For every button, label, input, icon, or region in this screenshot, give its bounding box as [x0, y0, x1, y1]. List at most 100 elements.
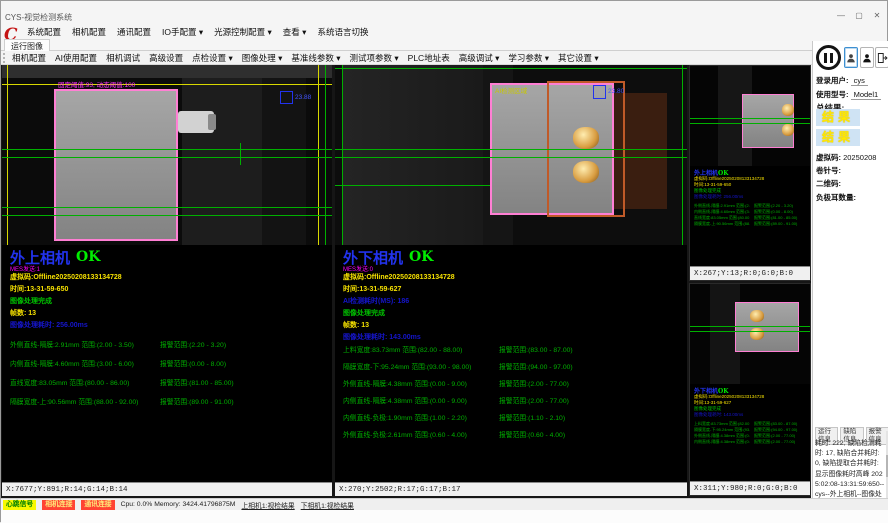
result-box-upper: 结果 — [816, 109, 860, 126]
tab-foil-highlight — [573, 127, 599, 149]
pause-icon — [824, 53, 827, 63]
overlay-result-ok: OK — [76, 249, 100, 265]
measurement-value: 上料宽度:83.73mm 范围:(82.00 - 88.00) — [343, 344, 462, 354]
mini-elapsed: 图像处理耗时: 143.00ms — [694, 412, 774, 418]
measurement-value: 内侧直线-隔膜:4.38mm 范围:(0.00 - 9.00) — [343, 395, 467, 405]
tool-camera-config[interactable]: 相机配置 — [12, 52, 46, 64]
guide-line-vertical — [7, 65, 8, 245]
measure-value-label: 23.88 — [295, 94, 311, 101]
measurement-alarm: 报警范围:(0.00 - 8.00) — [160, 358, 226, 368]
measurement-value: 隔膜宽度-上:90.56mm 范围:(88.00 - 92.00) — [10, 396, 138, 406]
camera-image-lower: AI检测区域 23.80 — [335, 65, 687, 245]
mini-measurement: 报警范围:(89.00 - 91.00) — [754, 221, 808, 227]
baseline-vertical — [342, 65, 343, 245]
measurement-alarm: 报警范围:(94.00 - 97.00) — [499, 361, 573, 371]
titlebar: CYS-视觉检测系统 — ▢ ✕ — [1, 1, 887, 23]
overlay-barcode: 虚拟码:Offline20250208133134728 — [343, 272, 455, 282]
user-switch-button[interactable] — [860, 47, 874, 68]
menu-item-io-config[interactable]: IO手配置 ▾ — [162, 26, 203, 38]
tool-image-process[interactable]: 图像处理 ▾ — [242, 52, 283, 64]
tool-plc-table[interactable]: PLC地址表 — [408, 52, 450, 64]
tool-test-params[interactable]: 测试项参数 ▾ — [350, 52, 399, 64]
tool-advanced-settings[interactable]: 高级设置 — [149, 52, 183, 64]
menu-item-system-config[interactable]: 系统配置 — [27, 26, 61, 38]
connector-tip — [208, 114, 216, 130]
measurement-alarm: 报警范围:(83.00 - 87.00) — [499, 344, 573, 354]
tab-run-image[interactable]: 运行图像 — [4, 39, 50, 51]
tool-ai-use-config[interactable]: AI使用配置 — [55, 52, 97, 64]
tab-foil-highlight — [782, 124, 794, 136]
measurement-alarm: 报警范围:(1.10 - 2.10) — [499, 412, 565, 422]
maximize-button[interactable]: ▢ — [853, 11, 865, 20]
mini-elapsed: 图像处理耗时: 256.00ms — [694, 194, 774, 200]
threshold-label: 固定阈值:93, 动态阈值:100 — [58, 79, 135, 89]
menu-item-view[interactable]: 查看 ▾ — [283, 26, 307, 38]
baseline-horizontal — [2, 149, 332, 150]
mini-measurement: 报警范围:(2.00 - 77.00) — [754, 439, 808, 445]
measurement-value: 内侧直线-隔膜:4.60mm 范围:(3.00 - 6.00) — [10, 358, 134, 368]
menu-item-comm-config[interactable]: 通讯配置 — [117, 26, 151, 38]
measurement-alarm: 报警范围:(2.20 - 3.20) — [160, 339, 226, 349]
neg-tab-count-label: 负极耳数量: — [816, 192, 856, 203]
logout-button[interactable] — [875, 47, 888, 68]
login-user-row: 登录用户: cys — [816, 75, 868, 86]
toolbar-grip[interactable] — [3, 53, 8, 63]
cell-region-outline — [54, 89, 178, 241]
overlay-result-ok: OK — [409, 249, 433, 265]
overlay-elapsed: 图像处理耗时: 256.00ms — [10, 320, 88, 330]
pause-button[interactable] — [816, 45, 841, 70]
baseline-horizontal — [2, 207, 332, 208]
baseline-vertical — [325, 65, 326, 245]
thumbnail-view-upper[interactable]: 外上相机OK 虚拟码:Offline20250208133134728 时间:1… — [689, 65, 811, 281]
machine-top-rail — [2, 65, 332, 78]
menu-item-light-config[interactable]: 光源控制配置 ▾ — [214, 26, 272, 38]
baseline-vertical — [240, 143, 241, 165]
baseline-vertical — [682, 65, 683, 245]
tool-advanced-debug[interactable]: 高级调试 ▾ — [459, 52, 500, 64]
main-area: 固定阈值:93, 动态阈值:100 23.88 外上相机 OK MES发送:1 … — [1, 65, 811, 498]
overlay-ai-elapsed: AI检测耗时(MS): 186 — [343, 296, 409, 306]
baseline-horizontal — [2, 157, 332, 158]
pin-number-label: 卷针号: — [816, 165, 841, 176]
measurement-value: 外侧直线-负极:2.61mm 范围:(0.60 - 4.00) — [343, 429, 467, 439]
minimize-button[interactable]: — — [835, 11, 847, 20]
measurement-value: 外侧直线-隔膜:4.38mm 范围:(0.00 - 9.00) — [343, 378, 467, 388]
result-box-lower: 结果 — [816, 129, 860, 146]
user-login-button[interactable] — [844, 47, 858, 68]
tool-baseline-params[interactable]: 基准线参数 ▾ — [291, 52, 340, 64]
measurement-value: 内侧直线-负极:1.90mm 范围:(1.00 - 2.20) — [343, 412, 467, 422]
tool-learn-params[interactable]: 学习参数 ▾ — [508, 52, 549, 64]
tool-spot-check[interactable]: 点检设置 ▾ — [192, 52, 233, 64]
user-icon — [846, 52, 856, 64]
model-value: Model1 — [851, 90, 882, 100]
lower-camera-result-link[interactable]: 下相机1:视检结果 — [301, 500, 354, 510]
baseline-horizontal — [690, 118, 811, 119]
measurement-value: 直线宽度:83.05mm 范围:(80.00 - 86.00) — [10, 377, 129, 387]
baseline-horizontal — [335, 185, 490, 186]
camera-view-lower[interactable]: AI检测区域 23.80 外下相机 OK MES发送:0 虚拟码:Offline… — [335, 65, 687, 496]
machine-column — [182, 65, 262, 245]
tool-other-settings[interactable]: 其它设置 ▾ — [558, 52, 599, 64]
close-button[interactable]: ✕ — [871, 11, 883, 20]
tab-foil-highlight — [750, 310, 764, 322]
cell-region-outline — [742, 94, 794, 148]
statusbar: 心跳信号 相机连接 通讯连接 Cpu: 0.0% Memory: 3424.41… — [1, 498, 888, 510]
tool-camera-debug[interactable]: 相机调试 — [106, 52, 140, 64]
baseline-horizontal — [690, 326, 811, 327]
tabstrip: 运行图像 — [1, 39, 887, 51]
thumbnail-image-upper — [690, 66, 810, 166]
measure-box — [593, 85, 606, 99]
barcode-row: 虚拟码: 20250208 — [816, 152, 876, 163]
overlay-time: 时间:13-31-59-650 — [10, 284, 68, 294]
measure-box — [280, 91, 293, 104]
mini-measurement: 内侧直线-隔膜:4.38mm 范围:(0.00 - 9.00) — [694, 439, 750, 445]
exit-door-icon — [877, 52, 888, 64]
upper-camera-result-link[interactable]: 上相机1:视检结果 — [241, 500, 294, 510]
thumbnail-view-lower[interactable]: 外下相机OK 虚拟码:Offline20250208133134728 时间:1… — [689, 283, 811, 496]
menu-item-language[interactable]: 系统语言切换 — [317, 26, 368, 38]
baseline-horizontal — [335, 157, 687, 158]
guide-line-vertical — [318, 65, 319, 245]
menu-item-camera-config[interactable]: 相机配置 — [72, 26, 106, 38]
camera-view-upper[interactable]: 固定阈值:93, 动态阈值:100 23.88 外上相机 OK MES发送:1 … — [2, 65, 332, 496]
measurement-value: 隔膜宽度-下:95.24mm 范围:(93.00 - 98.00) — [343, 361, 471, 371]
